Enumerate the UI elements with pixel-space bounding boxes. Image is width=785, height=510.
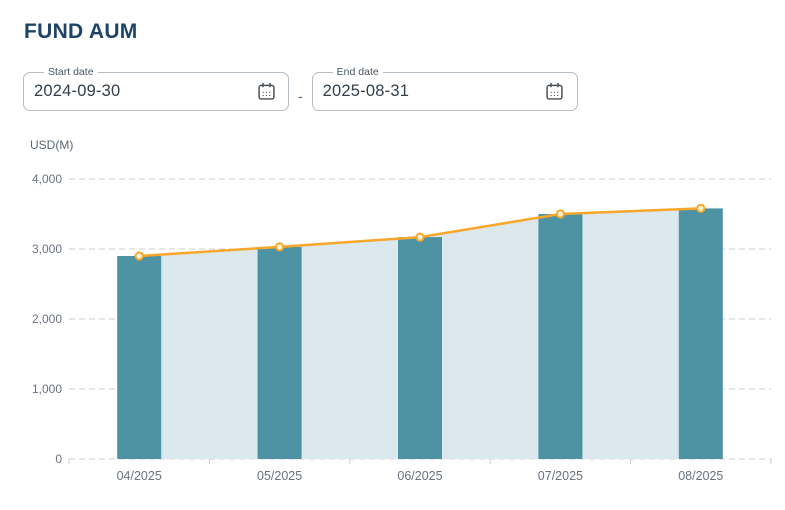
- start-date-calendar-button[interactable]: [254, 79, 278, 103]
- page-title: FUND AUM: [24, 20, 138, 44]
- start-date-label: Start date: [44, 66, 98, 78]
- y-axis-tick-label: 1,000: [32, 382, 62, 396]
- date-range-filter: Start date - End date: [23, 66, 578, 111]
- calendar-icon: [256, 81, 277, 102]
- y-axis-tick-label: 0: [55, 452, 62, 466]
- bar-04/2025[interactable]: [117, 256, 161, 459]
- date-range-separator: -: [298, 88, 303, 104]
- x-axis-label: 06/2025: [397, 469, 442, 483]
- x-axis-label: 08/2025: [678, 469, 723, 483]
- end-date-input[interactable]: [323, 82, 543, 101]
- marker-06/2025[interactable]: [416, 234, 423, 241]
- end-date-label: End date: [333, 66, 383, 78]
- y-axis-tick-label: 3,000: [32, 242, 62, 256]
- bar-06/2025[interactable]: [398, 237, 442, 459]
- fund-aum-chart: 0 1,000 2,000 3,000 4,000 04/2025 05/2025 06/20…: [0, 160, 785, 505]
- y-axis-tick-label: 4,000: [32, 172, 62, 186]
- marker-08/2025[interactable]: [697, 205, 704, 212]
- start-date-field: Start date: [23, 66, 289, 111]
- y-axis-tick-label: 2,000: [32, 312, 62, 326]
- bar-08/2025[interactable]: [679, 208, 723, 459]
- bar-05/2025[interactable]: [258, 247, 302, 459]
- x-axis-label: 07/2025: [538, 469, 583, 483]
- y-axis-unit-label: USD(M): [30, 138, 73, 152]
- x-axis-label: 05/2025: [257, 469, 302, 483]
- marker-04/2025[interactable]: [136, 252, 143, 259]
- end-date-calendar-button[interactable]: [543, 79, 567, 103]
- start-date-input[interactable]: [34, 82, 254, 101]
- end-date-field: End date: [312, 66, 578, 111]
- marker-05/2025[interactable]: [276, 243, 283, 250]
- calendar-icon: [544, 81, 565, 102]
- marker-07/2025[interactable]: [557, 210, 564, 217]
- x-axis-label: 04/2025: [117, 469, 162, 483]
- bar-07/2025[interactable]: [538, 214, 582, 459]
